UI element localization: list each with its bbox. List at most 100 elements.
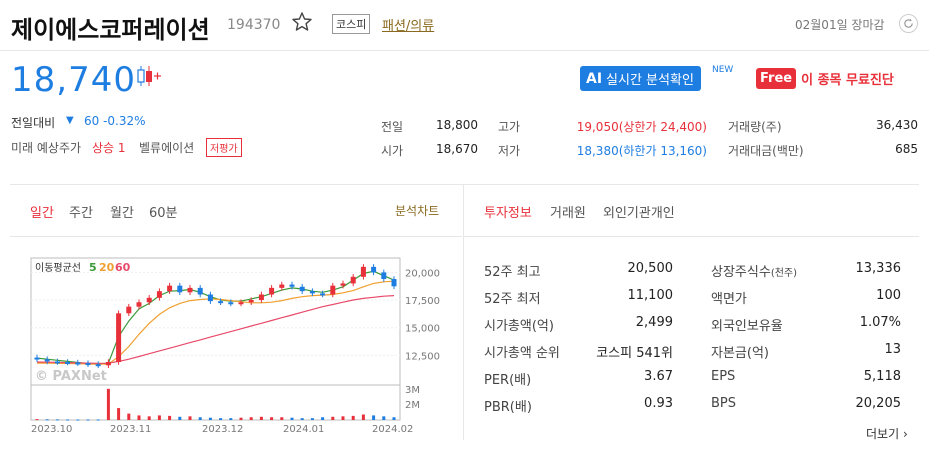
- legend-label: 이동평균선: [35, 262, 81, 274]
- invest-label: BPS: [711, 396, 736, 411]
- invest-label: 외국인보유율: [711, 315, 783, 334]
- candle: [44, 359, 50, 362]
- change-down-icon: ▼: [66, 115, 74, 126]
- tab-monthly[interactable]: 월간: [110, 202, 134, 221]
- candle: [105, 361, 111, 366]
- ma-line-5: [36, 270, 395, 365]
- volume-tick-label: 3M: [405, 385, 420, 396]
- tab-broker[interactable]: 거래원: [550, 202, 586, 221]
- volume-bar: [229, 418, 233, 420]
- candle-icon: [135, 64, 163, 92]
- invest-label-main: 자본금(억): [711, 346, 769, 361]
- candle: [248, 300, 254, 303]
- candle: [116, 313, 122, 362]
- legend-ma60: 60: [115, 261, 131, 274]
- company-name: 제이에스코퍼레이션: [11, 16, 210, 44]
- volume-bar: [310, 418, 314, 420]
- candle: [350, 276, 356, 284]
- volume-label: 거래량(주): [728, 120, 782, 134]
- candle: [177, 285, 183, 293]
- invest-label-main: BPS: [711, 396, 737, 411]
- open-value: 18,670: [436, 142, 478, 156]
- ai-badge: AI: [586, 70, 603, 87]
- volume-bar: [280, 417, 284, 420]
- free-diagnosis-button[interactable]: Free 이 종목 무료진단: [756, 66, 894, 91]
- candle: [75, 362, 81, 365]
- valuation-label: 벨류에이션: [139, 141, 195, 155]
- y-tick-label: 17,500: [405, 296, 440, 307]
- candle: [258, 294, 264, 301]
- candle: [289, 284, 295, 287]
- volume-bar: [219, 418, 223, 420]
- invest-value: 0.93: [644, 396, 673, 411]
- invest-label-main: EPS: [711, 369, 736, 384]
- invest-value: 3.67: [644, 369, 673, 384]
- candle: [309, 291, 315, 294]
- volume-bar: [239, 417, 243, 420]
- candle: [238, 302, 244, 305]
- invest-label: 자본금(억): [711, 342, 769, 361]
- invest-label-main: 상장주식수: [711, 265, 771, 280]
- invest-value: 코스피 541위: [596, 346, 673, 361]
- ai-analysis-button[interactable]: AI 실시간 분석확인: [580, 66, 701, 91]
- volume-bar: [341, 416, 345, 420]
- tab-daily[interactable]: 일간: [30, 202, 54, 221]
- volume-bar: [127, 413, 131, 420]
- candle: [65, 361, 71, 364]
- tab-60min[interactable]: 60분: [149, 202, 178, 221]
- date-status: 02월01일 장마감: [795, 18, 885, 32]
- invest-value: 11,100: [627, 288, 674, 303]
- valuation-badge: 저평가: [206, 138, 242, 157]
- y-tick-label: 15,000: [405, 324, 440, 335]
- legend-ma5: 5: [89, 261, 97, 274]
- volume-bar: [137, 415, 141, 420]
- invest-label: 시가총액 순위: [484, 346, 560, 361]
- panel-divider: [463, 184, 464, 440]
- volume-bar: [147, 416, 151, 420]
- y-tick-label: 12,500: [405, 351, 440, 362]
- chevron-right-icon: ›: [902, 427, 908, 441]
- tab-weekly[interactable]: 주간: [69, 202, 93, 221]
- volume-bar: [259, 416, 263, 420]
- invest-label: 상장주식수(천주): [711, 261, 797, 280]
- prev-close-label: 전일: [381, 120, 404, 134]
- candle: [54, 361, 60, 364]
- candle: [330, 285, 336, 295]
- refresh-icon[interactable]: [899, 14, 918, 33]
- candle: [360, 266, 366, 277]
- candle: [34, 357, 40, 360]
- x-tick-label: 2023.12: [202, 424, 243, 435]
- prev-close-value: 18,800: [436, 118, 478, 132]
- candle: [391, 279, 397, 287]
- tab-invest-info[interactable]: 투자정보: [484, 202, 532, 221]
- stock-chart[interactable]: 20,000 17,500 15,000 12,500 3M 2M 2023.10 2023.…: [0, 250, 463, 440]
- invest-label: PER(배): [484, 373, 532, 388]
- analysis-chart-link[interactable]: 분석차트: [395, 202, 439, 219]
- x-tick-label: 2024.02: [372, 424, 413, 435]
- volume-bar: [300, 418, 304, 420]
- more-link-label: 더보기: [866, 427, 900, 441]
- stock-code: 194370: [227, 17, 281, 33]
- amount-label: 거래대금(백만): [728, 144, 804, 158]
- candle: [320, 293, 326, 296]
- low-label: 저가: [498, 144, 521, 158]
- volume-bar: [290, 417, 294, 420]
- y-tick-label: 20,000: [405, 268, 440, 279]
- industry-link[interactable]: 패션/의류: [382, 15, 434, 34]
- more-link[interactable]: 더보기 ›: [866, 425, 908, 442]
- invest-value: 13: [884, 342, 901, 357]
- volume-bar: [96, 419, 100, 421]
- candle: [85, 363, 91, 366]
- volume-bar: [76, 419, 80, 421]
- chart-frame: [30, 257, 401, 421]
- tab-investor[interactable]: 외인기관개인: [603, 202, 675, 221]
- volume-bar: [55, 419, 59, 421]
- high-label: 고가: [498, 120, 521, 134]
- new-label: NEW: [712, 65, 734, 75]
- invest-value: 1.07%: [859, 315, 901, 330]
- favorite-star-icon[interactable]: [290, 10, 314, 38]
- volume-bar: [270, 417, 274, 420]
- ai-text: 실시간 분석확인: [606, 73, 694, 88]
- future-price-label: 미래 예상주가: [11, 141, 82, 155]
- volume-bar: [351, 415, 355, 420]
